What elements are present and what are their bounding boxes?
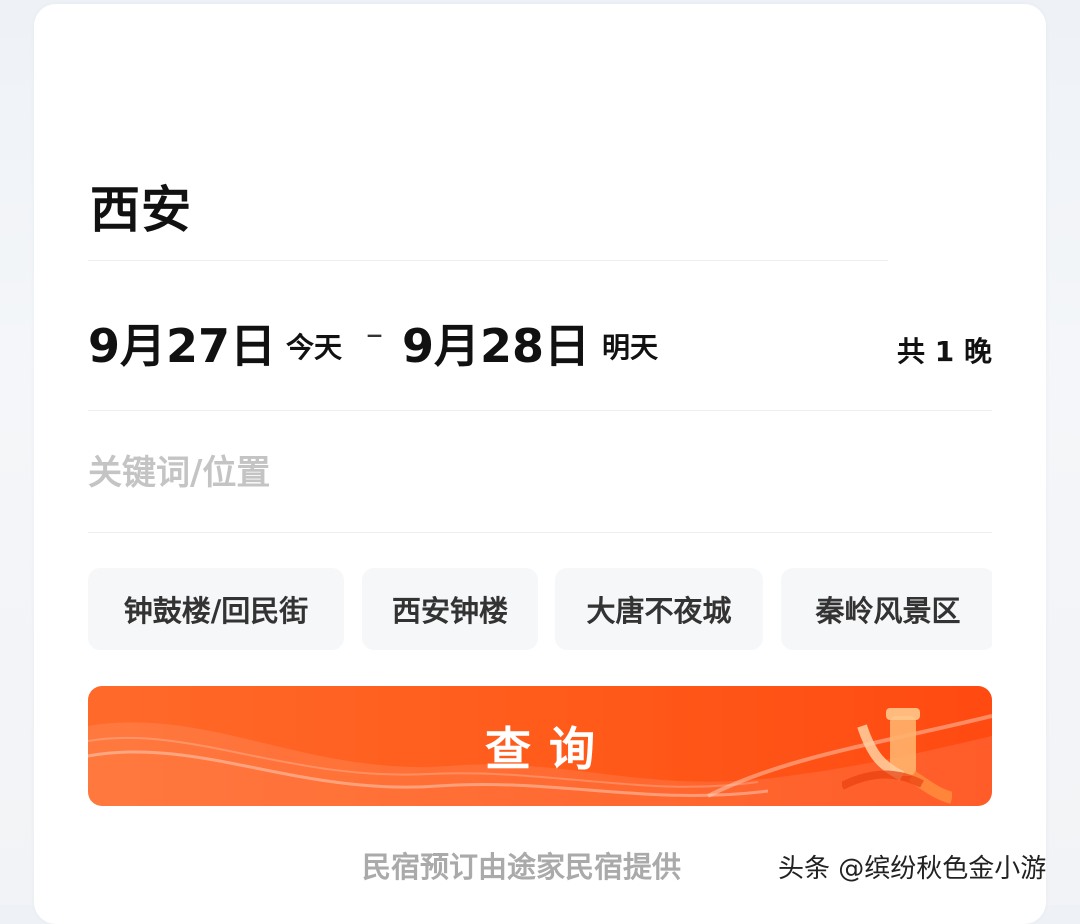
date-range-row[interactable]: 9月27日 今天 – 9月28日 明天 共 1 晚 — [88, 262, 992, 411]
destination-city[interactable]: 西安 — [90, 170, 192, 242]
hot-tag-qinling-scenic-area[interactable]: 秦岭风景区 — [781, 568, 992, 650]
checkout-day-label: 明天 — [602, 331, 659, 364]
keyword-location-input[interactable] — [88, 448, 788, 498]
nights-count: 共 1 晚 — [897, 335, 992, 368]
watermark-text: 头条 @缤纷秋色金小游 — [778, 854, 1047, 884]
checkin-date[interactable]: 9月27日 — [88, 310, 276, 376]
search-button[interactable]: 查询 — [88, 686, 992, 806]
hot-tag-zhonggulou-huiminjie[interactable]: 钟鼓楼/回民街 — [88, 568, 344, 650]
date-separator: – — [366, 314, 383, 354]
hot-tag-datang-buyecheng[interactable]: 大唐不夜城 — [555, 568, 763, 650]
checkin-day-label: 今天 — [286, 331, 343, 364]
hot-tag-xian-bell-tower[interactable]: 西安钟楼 — [362, 568, 538, 650]
destination-row[interactable]: 西安 — [88, 160, 888, 261]
checkout-date[interactable]: 9月28日 — [402, 310, 590, 376]
search-button-label: 查询 — [485, 722, 613, 776]
keyword-row[interactable] — [88, 412, 992, 533]
hot-tags-list: 钟鼓楼/回民街 西安钟楼 大唐不夜城 秦岭风景区 — [88, 568, 992, 652]
provider-note: 民宿预订由途家民宿提供 — [362, 850, 682, 884]
